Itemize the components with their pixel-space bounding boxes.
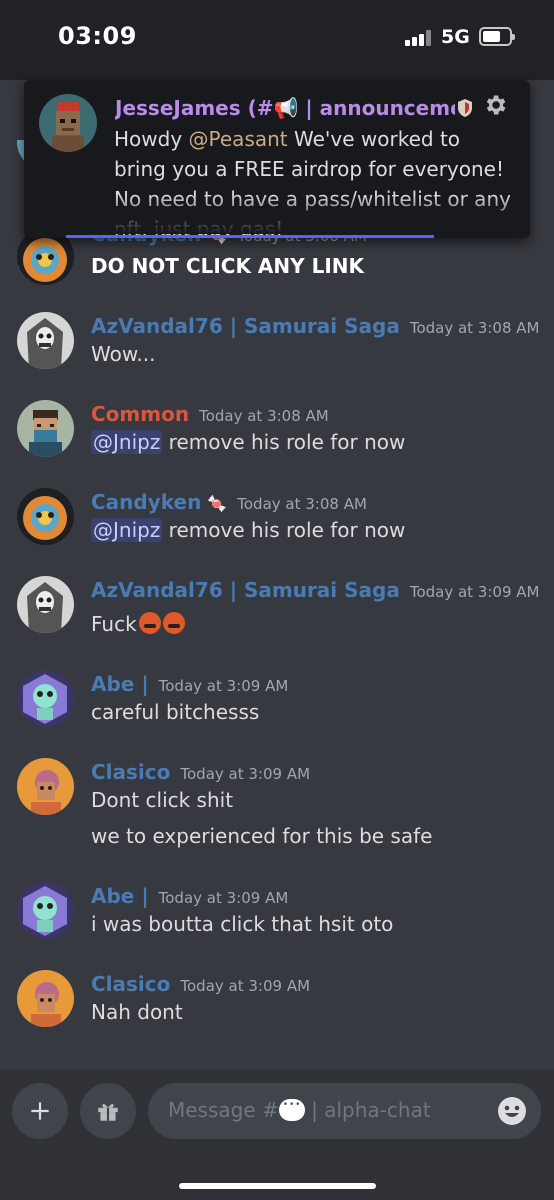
avatar[interactable] (17, 576, 74, 633)
username[interactable]: Abe | (91, 672, 149, 696)
timestamp: Today at 3:09 AM (180, 765, 311, 783)
message-text-content: remove his role for now (162, 518, 406, 542)
message-text: DO NOT CLICK ANY LINK (91, 254, 364, 278)
message-header: Abe | Today at 3:09 AM (91, 672, 288, 696)
username[interactable]: Clasico (91, 972, 170, 996)
avatar[interactable] (17, 670, 74, 727)
message-text: Fuck (91, 612, 185, 636)
placeholder-prefix: Message # (168, 1098, 279, 1122)
plus-icon (31, 1102, 49, 1120)
message-header: AzVandal76 | Samurai Saga Today at 3:08 A… (91, 314, 540, 338)
gear-icon[interactable] (482, 92, 508, 118)
timestamp: Today at 3:09 AM (409, 583, 540, 601)
timestamp: Today at 3:09 AM (180, 977, 311, 995)
home-indicator (179, 1183, 376, 1189)
timestamp: Today at 3:08 AM (199, 407, 329, 425)
timestamp: Today at 3:09 AM (158, 677, 289, 695)
network-label: 5G (441, 26, 470, 48)
emoji-icon[interactable] (497, 1096, 527, 1126)
username[interactable]: Clasico (91, 760, 170, 784)
role-mention: @Peasant (188, 127, 288, 151)
username[interactable]: Common (91, 402, 189, 426)
notification-text: Howdy (114, 127, 189, 151)
message-text: Nah dont (91, 1000, 183, 1024)
message-text: Dont click shit (91, 788, 234, 812)
timestamp: Today at 3:08 AM (237, 495, 367, 513)
chat-bubble-icon (278, 1099, 305, 1121)
avatar[interactable] (17, 882, 74, 939)
angry-face-icon (138, 612, 161, 634)
composer-bar: Message # | alpha-chat (0, 1070, 554, 1200)
message-list[interactable]: Candyken 🍬 Today at 3:08 AM DO NOT CLICK A… (0, 100, 554, 1060)
message-header: Abe | Today at 3:09 AM (91, 884, 288, 908)
message-header: AzVandal76 | Samurai Saga Today at 3:09 A… (91, 578, 540, 602)
timestamp: Today at 3:09 AM (158, 889, 289, 907)
avatar[interactable] (17, 970, 74, 1027)
message-text-content: Fuck (91, 612, 137, 636)
message-text: careful bitchesss (91, 700, 260, 724)
battery-icon (479, 27, 515, 46)
message-text: Wow... (91, 342, 156, 366)
candy-icon: 🍬 (207, 494, 228, 513)
signal-icon (405, 30, 433, 46)
push-notification[interactable]: JesseJames (#📢 | announceme... Howdy @Pe… (24, 80, 530, 238)
avatar[interactable] (17, 400, 74, 457)
placeholder-suffix: | alpha-chat (304, 1098, 431, 1122)
timestamp: Today at 3:08 AM (409, 319, 540, 337)
username[interactable]: AzVandal76 | Samurai Saga (91, 578, 400, 602)
username[interactable]: AzVandal76 | Samurai Saga (91, 314, 400, 338)
message-header: Candyken 🍬 Today at 3:08 AM (91, 490, 367, 514)
message-header: Clasico Today at 3:09 AM (91, 760, 310, 784)
gift-button[interactable] (80, 1083, 136, 1139)
avatar[interactable] (17, 488, 74, 545)
username[interactable]: Candyken (91, 490, 201, 514)
message-placeholder: Message # | alpha-chat (168, 1098, 431, 1122)
shield-icon (458, 99, 472, 117)
message-input[interactable]: Message # | alpha-chat (148, 1083, 541, 1139)
add-attachment-button[interactable] (12, 1083, 68, 1139)
notification-avatar (39, 94, 97, 152)
user-mention[interactable]: @Jnipz (91, 518, 163, 542)
message-header: Common Today at 3:08 AM (91, 402, 329, 426)
gift-icon (98, 1103, 118, 1121)
status-bar: 03:09 5G (0, 0, 554, 80)
notification-fade (24, 194, 530, 234)
message-text-content: remove his role for now (162, 430, 406, 454)
message-text: @Jnipz remove his role for now (91, 430, 405, 454)
angry-face-icon (162, 612, 185, 634)
username[interactable]: Abe | (91, 884, 149, 908)
message-text: i was boutta click that hsit oto (91, 912, 394, 936)
message-header: Clasico Today at 3:09 AM (91, 972, 310, 996)
notification-progress (66, 235, 434, 238)
avatar[interactable] (17, 312, 74, 369)
status-time: 03:09 (58, 22, 137, 50)
message-text: we to experienced for this be safe (91, 824, 433, 848)
message-text: @Jnipz remove his role for now (91, 518, 405, 542)
avatar[interactable] (17, 758, 74, 815)
user-mention[interactable]: @Jnipz (91, 430, 163, 454)
notification-title: JesseJames (#📢 | announceme... (115, 96, 455, 120)
